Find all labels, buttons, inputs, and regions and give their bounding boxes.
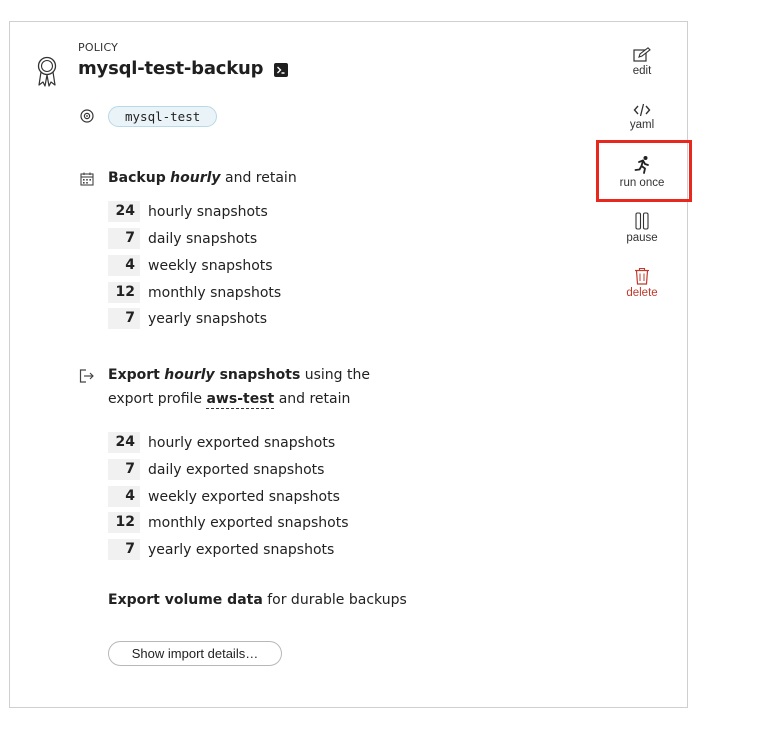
export-profile-link[interactable]: aws-test <box>206 391 275 409</box>
retention-count: 4 <box>108 255 140 276</box>
backup-retention-row: 7 daily snapshots <box>108 228 257 249</box>
retention-label: yearly exported snapshots <box>148 541 335 558</box>
retention-count: 7 <box>108 459 140 480</box>
award-ribbon-icon <box>37 56 57 87</box>
export-retention-row: 12 monthly exported snapshots <box>108 512 349 533</box>
retention-label: weekly exported snapshots <box>148 488 340 505</box>
target-tag[interactable]: mysql-test <box>108 106 218 127</box>
pause-label: pause <box>626 232 658 244</box>
retention-label: monthly exported snapshots <box>148 514 349 531</box>
retention-label: hourly snapshots <box>148 203 268 220</box>
backup-retention-row: 24 hourly snapshots <box>108 201 268 222</box>
backup-retention-row: 4 weekly snapshots <box>108 255 273 276</box>
retention-count: 12 <box>108 512 140 533</box>
policy-card: POLICY mysql-test-backup mysql-test Back… <box>9 21 692 708</box>
export-retention-row: 7 daily exported snapshots <box>108 459 324 480</box>
export-retention-row: 4 weekly exported snapshots <box>108 486 340 507</box>
retention-count: 12 <box>108 282 140 303</box>
retention-label: daily exported snapshots <box>148 461 325 478</box>
backup-schedule-text: Backup hourly and retain <box>108 170 297 186</box>
retention-label: yearly snapshots <box>148 310 268 327</box>
retention-count: 24 <box>108 432 140 453</box>
yaml-label: yaml <box>629 119 655 131</box>
export-schedule-text: Export hourly snapshots using the <box>108 367 370 383</box>
pause-button[interactable]: pause <box>602 212 682 244</box>
retention-count: 7 <box>108 308 140 329</box>
retention-count: 7 <box>108 228 140 249</box>
backup-retention-row: 12 monthly snapshots <box>108 282 281 303</box>
export-profile-text: export profile aws-test and retain <box>108 391 351 409</box>
show-import-details-button[interactable]: Show import details… <box>108 641 282 666</box>
pause-icon <box>635 212 649 230</box>
edit-icon <box>633 47 651 62</box>
retention-count: 7 <box>108 539 140 560</box>
volume-export-text: Export volume data for durable backups <box>108 592 407 608</box>
edit-button[interactable]: edit <box>602 47 682 77</box>
retention-label: hourly exported snapshots <box>148 434 336 451</box>
delete-label: delete <box>626 287 658 299</box>
retention-count: 4 <box>108 486 140 507</box>
target-icon <box>80 109 94 123</box>
run-once-highlight-box <box>596 140 692 202</box>
retention-count: 24 <box>108 201 140 222</box>
retention-label: monthly snapshots <box>148 284 282 301</box>
trash-icon <box>635 267 649 285</box>
export-retention-row: 7 yearly exported snapshots <box>108 539 334 560</box>
calendar-icon <box>80 172 94 186</box>
yaml-button[interactable]: yaml <box>602 103 682 131</box>
backup-retention-row: 7 yearly snapshots <box>108 308 267 329</box>
export-retention-row: 24 hourly exported snapshots <box>108 432 335 453</box>
terminal-icon[interactable] <box>274 63 288 77</box>
page-title: mysql-test-backup <box>78 58 264 79</box>
retention-label: daily snapshots <box>148 230 258 247</box>
edit-label: edit <box>632 65 652 77</box>
delete-button[interactable]: delete <box>602 267 682 299</box>
export-icon <box>79 369 94 383</box>
code-icon <box>633 103 651 117</box>
policy-kicker: POLICY <box>78 41 119 54</box>
retention-label: weekly snapshots <box>148 257 273 274</box>
